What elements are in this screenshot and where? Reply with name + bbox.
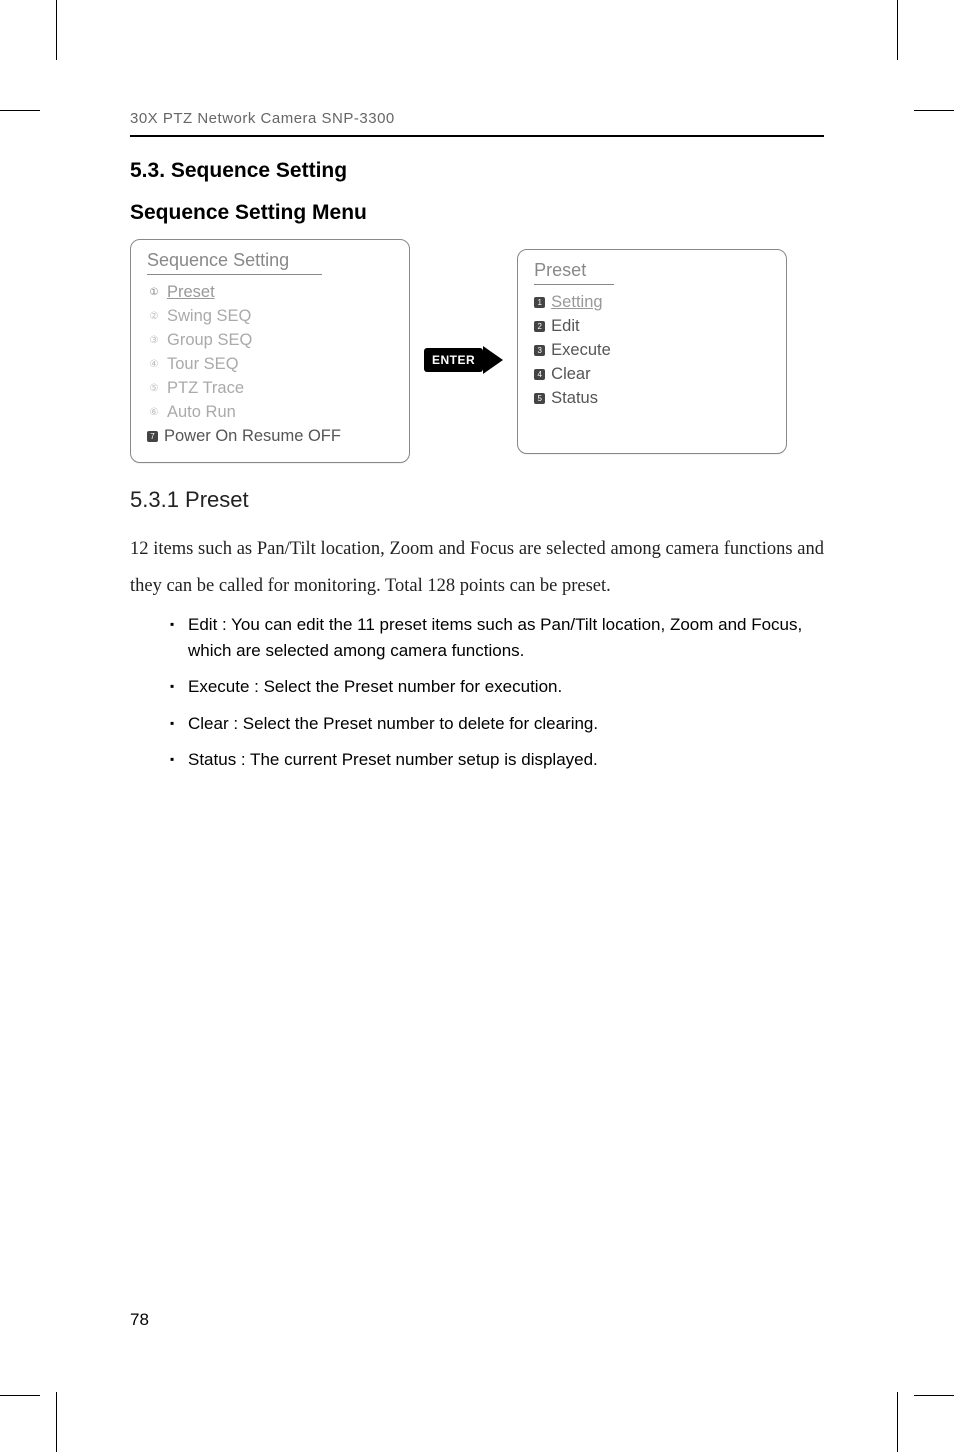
- menu-item: 1Setting: [534, 291, 770, 315]
- menu-item: 4Clear: [534, 363, 770, 387]
- num-icon: 3: [534, 345, 545, 356]
- page-number: 78: [130, 1310, 149, 1330]
- num-icon: ①: [147, 286, 161, 300]
- preset-box: Preset 1Setting 2Edit 3Execute 4Clear 5S…: [517, 249, 787, 454]
- crop-mark: [897, 0, 898, 60]
- num-icon: 5: [534, 393, 545, 404]
- menu-item: ①Preset: [147, 281, 393, 305]
- menu-item: 7Power On Resume OFF: [147, 425, 393, 449]
- bullet-list: Edit : You can edit the 11 preset items …: [170, 612, 824, 774]
- menu-item: ④Tour SEQ: [147, 353, 393, 377]
- crop-mark: [0, 1395, 40, 1396]
- menu-item: ③Group SEQ: [147, 329, 393, 353]
- num-icon: 2: [534, 321, 545, 332]
- num-icon: 4: [534, 369, 545, 380]
- section-title: 5.3. Sequence Setting: [130, 159, 824, 183]
- box-title: Sequence Setting: [147, 250, 322, 275]
- crop-mark: [56, 1392, 57, 1452]
- crop-mark: [897, 1392, 898, 1452]
- num-icon: ③: [147, 334, 161, 348]
- num-icon: ④: [147, 358, 161, 372]
- menu-item: 2Edit: [534, 315, 770, 339]
- num-icon: 1: [534, 297, 545, 308]
- num-icon: ⑥: [147, 406, 161, 420]
- crop-mark: [56, 0, 57, 60]
- subsection-title: 5.3.1 Preset: [130, 487, 824, 513]
- menu-item: 5Status: [534, 387, 770, 411]
- menu-item: 3Execute: [534, 339, 770, 363]
- menu-diagram: Sequence Setting ①Preset ②Swing SEQ ③Gro…: [130, 239, 824, 463]
- crop-mark: [914, 110, 954, 111]
- menu-title: Sequence Setting Menu: [130, 201, 824, 225]
- sequence-setting-box: Sequence Setting ①Preset ②Swing SEQ ③Gro…: [130, 239, 410, 463]
- menu-item: ⑥Auto Run: [147, 401, 393, 425]
- menu-item: ②Swing SEQ: [147, 305, 393, 329]
- crop-mark: [914, 1395, 954, 1396]
- list-item: Status : The current Preset number setup…: [170, 747, 824, 773]
- list-item: Edit : You can edit the 11 preset items …: [170, 612, 824, 665]
- body-paragraph: 12 items such as Pan/Tilt location, Zoom…: [130, 531, 824, 603]
- enter-arrow: ENTER: [424, 346, 503, 374]
- list-item: Execute : Select the Preset number for e…: [170, 674, 824, 700]
- page-header: 30X PTZ Network Camera SNP-3300: [130, 110, 824, 137]
- box-title: Preset: [534, 260, 614, 285]
- num-icon: ⑤: [147, 382, 161, 396]
- enter-badge: ENTER: [424, 348, 483, 372]
- crop-mark: [0, 110, 40, 111]
- list-item: Clear : Select the Preset number to dele…: [170, 711, 824, 737]
- arrow-icon: [483, 346, 503, 374]
- num-icon: ②: [147, 310, 161, 324]
- menu-item: ⑤PTZ Trace: [147, 377, 393, 401]
- num-icon: 7: [147, 431, 158, 442]
